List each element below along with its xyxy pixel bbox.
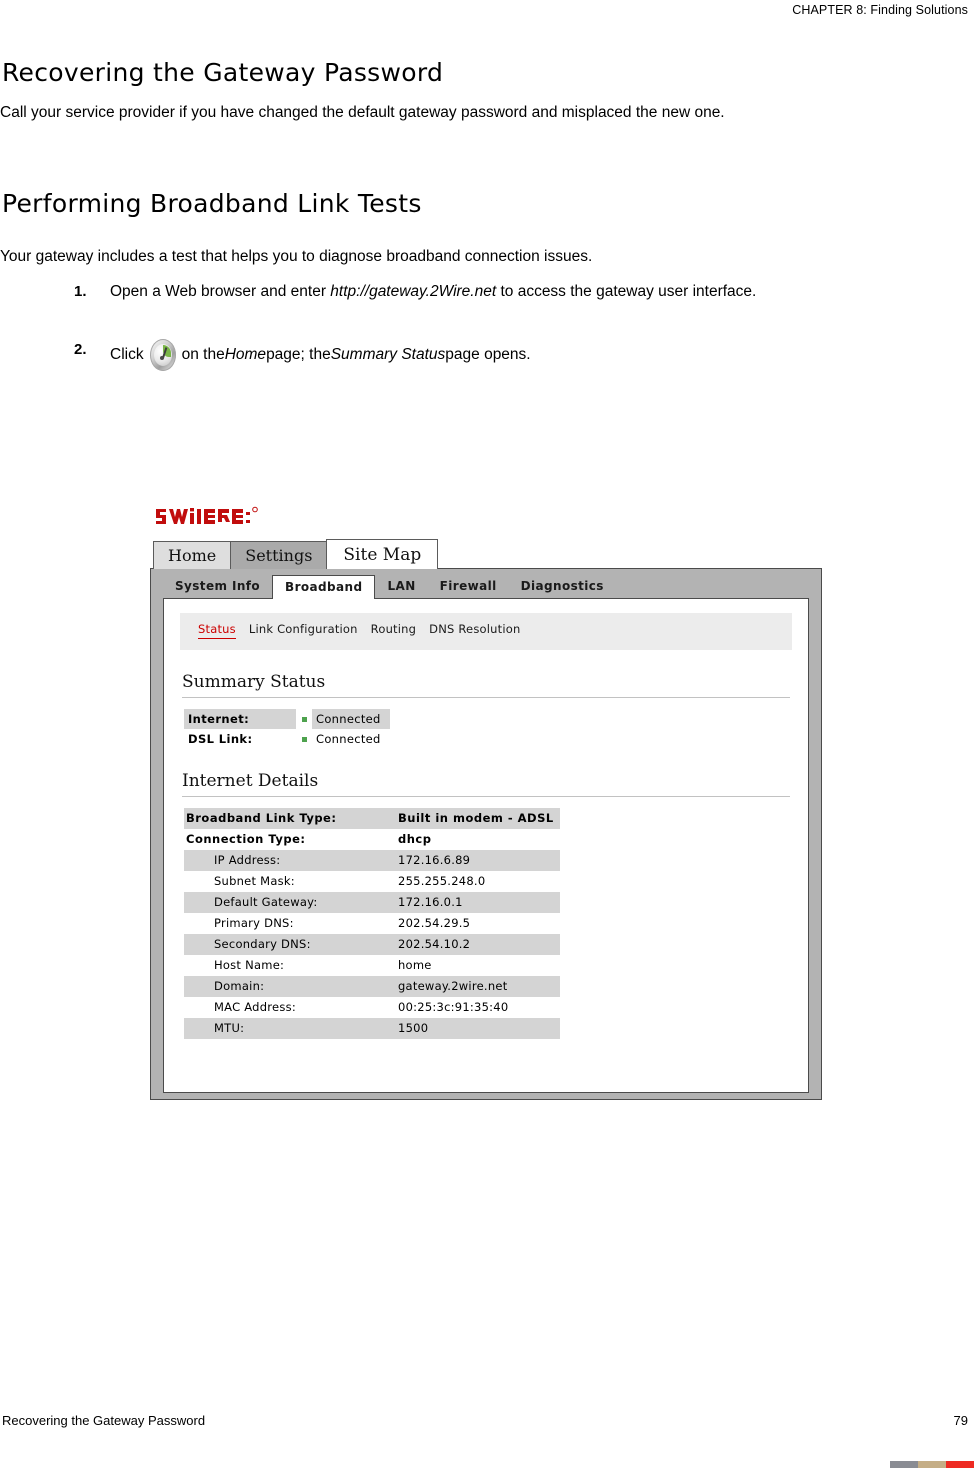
footer-bar-gray <box>890 1461 918 1468</box>
secondary-tab-bar: System Info Broadband LAN Firewall Diagn… <box>151 569 821 599</box>
detail-value: 202.54.29.5 <box>398 916 471 930</box>
gateway-window: System Info Broadband LAN Firewall Diagn… <box>150 568 822 1100</box>
step-1-text-before: Open a Web browser and enter <box>110 283 331 300</box>
table-row: Secondary DNS: 202.54.10.2 <box>184 934 560 955</box>
tab-broadband[interactable]: Broadband <box>272 575 376 599</box>
running-header: CHAPTER 8: Finding Solutions <box>792 3 968 17</box>
gauge-icon <box>149 338 176 371</box>
status-indicator-dsl-link <box>296 729 312 749</box>
footer-page-number: 79 <box>953 1413 968 1428</box>
page-content: Recovering the Gateway Password Call you… <box>0 58 974 371</box>
tab-lan[interactable]: LAN <box>375 575 427 598</box>
status-label-dsl-link: DSL Link: <box>188 732 253 746</box>
detail-value: gateway.2wire.net <box>392 976 560 997</box>
table-row: Internet: Connected <box>184 709 390 729</box>
section-2-title: Performing Broadband Link Tests <box>2 189 422 218</box>
list-item: 1. Open a Web browser and enter http://g… <box>74 281 955 303</box>
step-1-url: http://gateway.2Wire.net <box>330 283 497 300</box>
detail-key: MAC Address: <box>214 1000 296 1014</box>
tab-diagnostics[interactable]: Diagnostics <box>509 575 616 598</box>
summary-status-heading: Summary Status <box>182 672 326 692</box>
detail-value: 202.54.10.2 <box>392 934 560 955</box>
status-value-internet: Connected <box>312 709 390 729</box>
subnav-status[interactable]: Status <box>198 622 236 639</box>
summary-status-table: Internet: Connected DSL Link: Connected <box>184 709 390 749</box>
table-row: DSL Link: Connected <box>184 729 390 749</box>
embedded-screenshot: Home Settings Site Map System Info Broad… <box>150 503 822 1100</box>
detail-key: Subnet Mask: <box>214 874 295 888</box>
table-row: Broadband Link Type: Built in modem - AD… <box>184 808 560 829</box>
step-2-mid-2: page; the <box>266 345 331 363</box>
table-row: IP Address: 172.16.6.89 <box>184 850 560 871</box>
table-row: Subnet Mask: 255.255.248.0 <box>184 871 560 892</box>
tab-firewall[interactable]: Firewall <box>428 575 509 598</box>
detail-value: 1500 <box>392 1018 560 1039</box>
step-1-text-after: to access the gateway user interface. <box>496 283 757 300</box>
detail-key: Default Gateway: <box>184 892 392 913</box>
list-item-number: 2. <box>74 340 87 358</box>
detail-key: MTU: <box>184 1018 392 1039</box>
footer-bar-tan <box>918 1461 946 1468</box>
footer-bar-red <box>946 1461 974 1468</box>
table-row: MTU: 1500 <box>184 1018 560 1039</box>
page-title: Recovering the Gateway Password <box>2 58 444 87</box>
detail-value: 172.16.0.1 <box>392 892 560 913</box>
table-row: MAC Address: 00:25:3c:91:35:40 <box>184 997 560 1018</box>
detail-key: Host Name: <box>214 958 285 972</box>
heading-divider <box>182 697 790 698</box>
sub-navigation: Status Link Configuration Routing DNS Re… <box>180 613 792 650</box>
section-2-paragraph: Your gateway includes a test that helps … <box>0 248 593 265</box>
detail-value: home <box>398 958 432 972</box>
detail-key: Connection Type: <box>186 832 306 846</box>
subnav-dns-resolution[interactable]: DNS Resolution <box>429 622 520 636</box>
detail-key: Domain: <box>184 976 392 997</box>
content-panel: Status Link Configuration Routing DNS Re… <box>163 598 809 1093</box>
step-2-text-before: Click <box>110 345 144 363</box>
status-label-internet: Internet: <box>184 709 296 729</box>
table-row: Default Gateway: 172.16.0.1 <box>184 892 560 913</box>
step-2-em-summary-status: Summary Status <box>330 345 446 363</box>
primary-tab-bar: Home Settings Site Map <box>153 539 822 569</box>
list-item-number: 1. <box>74 283 87 300</box>
detail-key: IP Address: <box>184 850 392 871</box>
tab-home[interactable]: Home <box>153 541 232 569</box>
detail-value: 172.16.6.89 <box>392 850 560 871</box>
subnav-link-configuration[interactable]: Link Configuration <box>249 622 358 636</box>
tab-site-map[interactable]: Site Map <box>326 539 439 569</box>
step-2-text-after: page opens. <box>445 345 531 363</box>
2wire-logo <box>154 503 276 529</box>
heading-divider <box>182 796 790 797</box>
detail-value: 255.255.248.0 <box>398 874 486 888</box>
detail-value: Built in modem - ADSL <box>392 808 560 829</box>
detail-key: Primary DNS: <box>214 916 294 930</box>
detail-key: Broadband Link Type: <box>184 808 392 829</box>
internet-details-table: Broadband Link Type: Built in modem - AD… <box>184 808 560 1039</box>
table-row: Connection Type: dhcp <box>184 829 560 850</box>
section-1-paragraph: Call your service provider if you have c… <box>0 104 725 121</box>
detail-value: 00:25:3c:91:35:40 <box>398 1000 509 1014</box>
footer-title: Recovering the Gateway Password <box>2 1413 206 1428</box>
subnav-routing[interactable]: Routing <box>371 622 417 636</box>
step-2-em-home: Home <box>224 345 267 363</box>
internet-details-heading: Internet Details <box>182 771 319 791</box>
detail-key: Secondary DNS: <box>184 934 392 955</box>
footer-decorative-bars <box>890 1461 974 1468</box>
table-row: Primary DNS: 202.54.29.5 <box>184 913 560 934</box>
table-row: Domain: gateway.2wire.net <box>184 976 560 997</box>
status-value-dsl-link: Connected <box>316 732 381 746</box>
list-item: 2. Click on the Home page; the Summary S… <box>74 338 955 371</box>
status-indicator-internet <box>296 709 312 729</box>
step-2-mid-1: on the <box>181 345 225 363</box>
tab-system-info[interactable]: System Info <box>163 575 272 598</box>
detail-value: dhcp <box>398 832 432 846</box>
tab-settings[interactable]: Settings <box>230 541 328 569</box>
table-row: Host Name: home <box>184 955 560 976</box>
